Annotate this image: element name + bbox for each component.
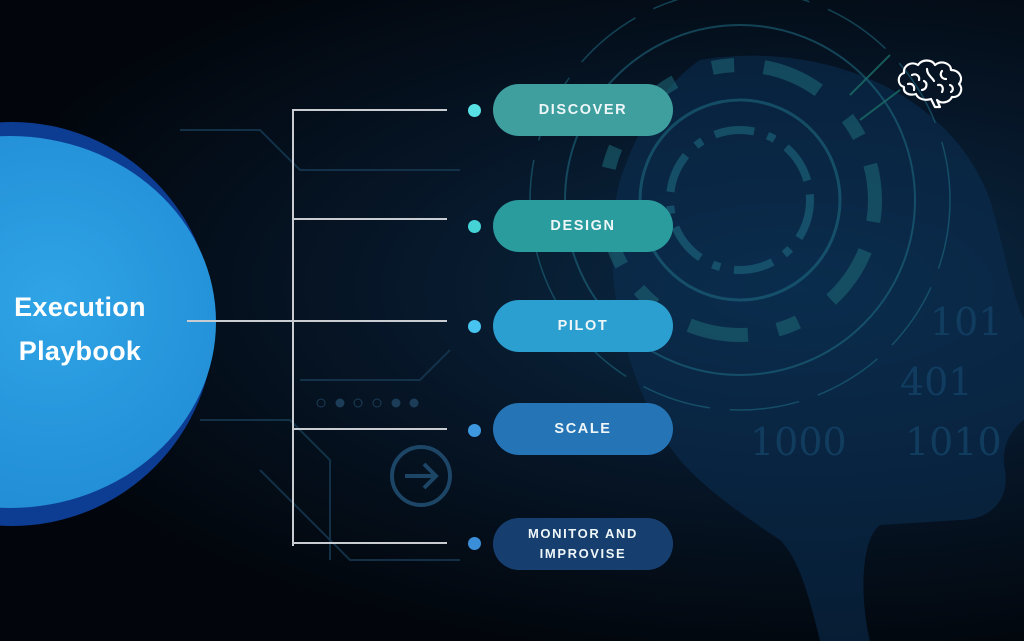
step-design: DESIGN (493, 200, 673, 252)
arrow-circle-icon (390, 445, 452, 507)
binary-2: 401 (900, 360, 973, 404)
connector-spine (292, 109, 294, 546)
connector-design (292, 218, 447, 220)
connector-scale (292, 428, 447, 430)
step-label-line-2: IMPROVISE (539, 546, 627, 561)
title-line-2: Playbook (18, 336, 142, 366)
step-label: DISCOVER (538, 102, 628, 118)
step-dot-pilot (468, 320, 481, 333)
brain-icon (897, 59, 963, 109)
step-dot-discover (468, 104, 481, 117)
connector-monitor (292, 542, 447, 544)
step-label: SCALE (554, 421, 612, 437)
title-line-1: Execution (14, 292, 146, 322)
step-dot-design (468, 220, 481, 233)
step-scale: SCALE (493, 403, 673, 455)
binary-4: 1010 (905, 420, 1002, 464)
binary-3: 1000 (750, 420, 847, 464)
head-silhouette (612, 55, 1024, 641)
connector-pilot (292, 320, 447, 322)
step-monitor-and-improvise: MONITOR AND IMPROVISE (493, 518, 673, 570)
step-label-line-1: MONITOR AND (527, 526, 639, 541)
step-dot-scale (468, 424, 481, 437)
step-label: PILOT (557, 318, 609, 334)
step-label: DESIGN (550, 218, 616, 234)
connector-trunk-horizontal (187, 320, 293, 322)
binary-1: 101 (930, 300, 1003, 344)
dot-row (316, 398, 419, 408)
infographic-canvas: 101 401 1000 1010 Execution Playbook DIS… (0, 0, 1024, 641)
step-discover: DISCOVER (493, 84, 673, 136)
connector-discover (292, 109, 447, 111)
diagram-title: Execution Playbook (0, 285, 160, 373)
step-dot-monitor (468, 537, 481, 550)
step-pilot: PILOT (493, 300, 673, 352)
